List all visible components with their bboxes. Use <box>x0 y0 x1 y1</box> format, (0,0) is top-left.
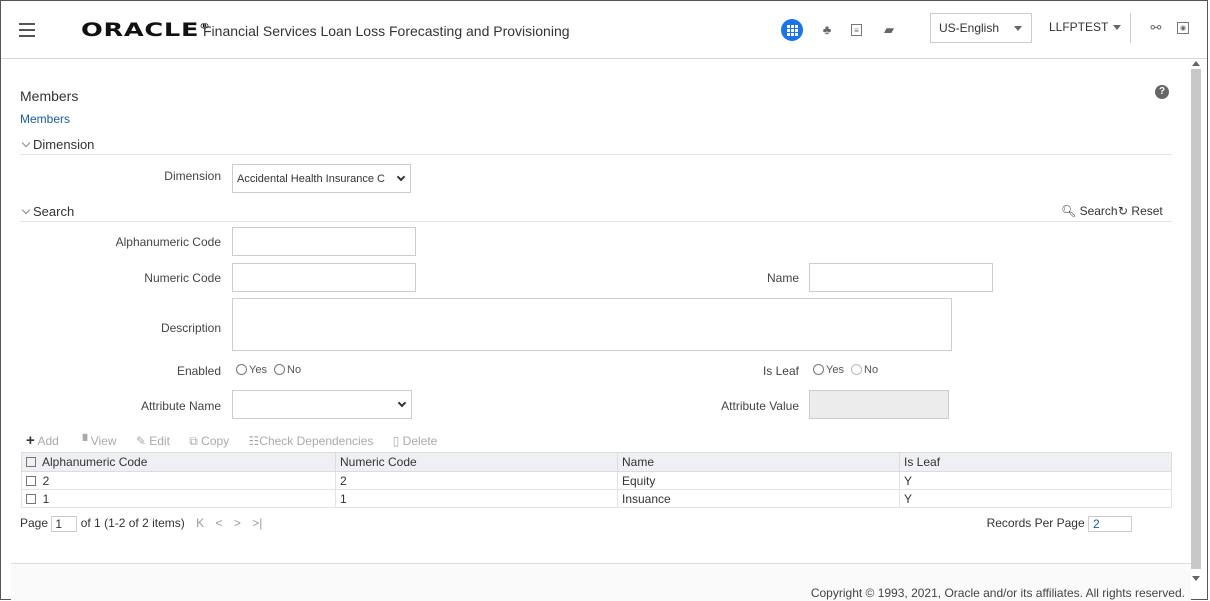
screen-icon[interactable]: ◉ <box>1177 22 1189 34</box>
vertical-scrollbar[interactable] <box>1189 61 1203 581</box>
document-icon[interactable]: ≡ <box>851 24 862 36</box>
chevron-down-icon <box>21 205 31 215</box>
description-input[interactable] <box>232 298 952 351</box>
chevron-down-icon <box>1014 26 1022 31</box>
numeric-code-label: Numeric Code <box>144 271 221 285</box>
table-header-row: Alphanumeric Code Numeric Code Name Is L… <box>21 452 1172 472</box>
radio-icon <box>236 364 247 375</box>
attribute-name-select[interactable] <box>232 390 412 419</box>
column-alphanumeric-code[interactable]: Alphanumeric Code <box>21 452 336 472</box>
reset-button[interactable]: ↻ Reset <box>1118 204 1163 218</box>
page-label: Page <box>20 516 49 531</box>
is-leaf-label: Is Leaf <box>762 364 799 378</box>
numeric-code-input[interactable] <box>232 263 416 292</box>
cell-name: Equity <box>617 471 900 490</box>
user-menu[interactable]: LLFPTEST <box>1039 13 1131 43</box>
is-leaf-radio-group: Yes No <box>813 364 878 376</box>
records-per-page: Records Per Page 2 <box>987 516 1132 532</box>
chevron-down-icon <box>1113 25 1121 30</box>
cell-numeric-code: 1 <box>335 489 618 508</box>
delete-button[interactable]: ▯ Delete <box>393 434 446 448</box>
row-checkbox[interactable] <box>26 475 36 486</box>
is-leaf-no-radio[interactable]: No <box>851 364 878 376</box>
reset-icon: ↻ <box>1118 204 1129 218</box>
enabled-no-radio[interactable]: No <box>274 364 301 376</box>
app-frame: ORACLE® Financial Services Loan Loss For… <box>0 0 1208 601</box>
alphanumeric-code-label: Alphanumeric Code <box>115 235 221 249</box>
table-row[interactable]: 2 2 Equity Y <box>21 471 1172 490</box>
records-per-page-input[interactable]: 2 <box>1088 516 1132 532</box>
network-icon[interactable]: ⚯ <box>1148 20 1164 36</box>
cell-alphanumeric-code: 2 <box>21 471 336 490</box>
dimension-label: Dimension <box>164 169 221 183</box>
help-icon[interactable]: ? <box>1155 85 1169 99</box>
records-per-page-label: Records Per Page <box>986 516 1085 531</box>
alphanumeric-code-input[interactable] <box>232 227 416 256</box>
row-checkbox[interactable] <box>26 493 36 504</box>
edit-button[interactable]: ✎ Edit <box>136 434 178 448</box>
hamburger-menu-icon[interactable] <box>19 23 35 37</box>
name-input[interactable] <box>809 263 993 292</box>
attribute-value-input <box>809 390 949 419</box>
radio-icon <box>851 364 863 375</box>
dimension-select[interactable]: Accidental Health Insurance C <box>232 164 411 193</box>
add-button[interactable]: + Add <box>26 432 67 449</box>
cell-name: Insuance <box>617 489 900 508</box>
dimension-section-header[interactable]: Dimension <box>20 137 1172 155</box>
first-page-icon[interactable]: K <box>196 516 204 530</box>
column-name[interactable]: Name <box>617 452 900 472</box>
scrollbar-thumb[interactable] <box>1191 69 1201 569</box>
page-title: Members <box>20 88 79 104</box>
copyright-text: Copyright © 1993, 2021, Oracle and/or it… <box>810 586 1185 600</box>
check-dependencies-button[interactable]: ☷Check Dependencies <box>249 434 382 448</box>
pagination-bar: Page 1 of 1 (1-2 of 2 items) K < > >| Re… <box>20 516 1172 532</box>
chevron-down-icon <box>397 398 407 408</box>
user-settings-icon[interactable]: ♣ <box>819 22 835 38</box>
description-label: Description <box>160 321 221 335</box>
page-number-input[interactable]: 1 <box>51 516 78 532</box>
scroll-down-icon[interactable] <box>1192 576 1200 581</box>
cell-is-leaf: Y <box>899 471 1172 490</box>
applications-grid-icon[interactable] <box>781 19 803 41</box>
page-summary: of 1 (1-2 of 2 items) <box>80 516 185 531</box>
is-leaf-yes-radio[interactable]: Yes <box>813 364 844 376</box>
cell-numeric-code: 2 <box>335 471 618 490</box>
language-select[interactable]: US-English <box>930 13 1032 43</box>
last-page-icon[interactable]: >| <box>252 516 262 530</box>
radio-icon <box>813 364 824 375</box>
enabled-yes-radio[interactable]: Yes <box>236 364 267 376</box>
search-icon: 🔍︎ <box>1061 204 1077 218</box>
search-section-header[interactable]: Search <box>20 204 1172 222</box>
oracle-logo: ORACLE® <box>81 19 211 41</box>
chevron-down-icon <box>396 172 406 182</box>
radio-icon <box>274 364 286 375</box>
search-button[interactable]: 🔍︎ Search <box>1061 204 1118 218</box>
attribute-value-label: Attribute Value <box>721 399 799 413</box>
select-all-checkbox[interactable] <box>26 457 36 467</box>
briefcase-icon[interactable]: ▰ <box>881 22 897 38</box>
add-icon: + <box>26 432 35 449</box>
copy-button[interactable]: ⧉ Copy <box>189 434 237 448</box>
main-content: Members Members ? Dimension Dimension Ac… <box>11 68 1181 563</box>
enabled-label: Enabled <box>176 364 221 378</box>
next-page-icon[interactable]: > <box>234 516 241 530</box>
name-label: Name <box>766 271 799 285</box>
breadcrumb[interactable]: Members <box>20 112 70 126</box>
chevron-down-icon <box>21 138 31 148</box>
cell-is-leaf: Y <box>899 489 1172 508</box>
product-title: Financial Services Loan Loss Forecasting… <box>203 23 570 39</box>
members-table: Alphanumeric Code Numeric Code Name Is L… <box>21 452 1172 508</box>
cell-alphanumeric-code: 1 <box>21 489 336 508</box>
column-is-leaf[interactable]: Is Leaf <box>899 452 1172 472</box>
footer: Copyright © 1993, 2021, Oracle and/or it… <box>11 563 1191 601</box>
previous-page-icon[interactable]: < <box>215 516 222 530</box>
table-row[interactable]: 1 1 Insuance Y <box>21 489 1172 508</box>
scroll-up-icon[interactable] <box>1192 61 1200 66</box>
attribute-name-label: Attribute Name <box>140 399 221 413</box>
column-numeric-code[interactable]: Numeric Code <box>335 452 618 472</box>
view-button[interactable]: ▝ View <box>78 434 124 448</box>
app-header: ORACLE® Financial Services Loan Loss For… <box>1 1 1207 59</box>
enabled-radio-group: Yes No <box>236 364 301 376</box>
grid-toolbar: + Add ▝ View ✎ Edit ⧉ Copy ☷Check Depend… <box>26 432 453 449</box>
